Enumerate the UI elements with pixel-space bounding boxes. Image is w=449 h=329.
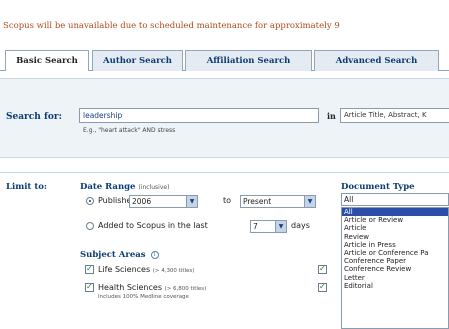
limit-to-label: Limit to: bbox=[6, 182, 48, 192]
chevron-down-icon[interactable]: ▼ bbox=[186, 196, 197, 207]
life-sciences-count: (> 4,300 titles) bbox=[152, 268, 195, 274]
days-label: days bbox=[291, 221, 310, 230]
year-to-select[interactable]: Present ▼ bbox=[240, 195, 316, 208]
doc-option[interactable]: Article or Review bbox=[342, 216, 448, 224]
tab-advanced-search[interactable]: Advanced Search bbox=[314, 50, 439, 71]
chevron-down-icon[interactable]: ▼ bbox=[275, 221, 286, 232]
medline-note: Includes 100% Medline coverage bbox=[98, 294, 189, 300]
chevron-down-icon[interactable]: ▼ bbox=[304, 196, 315, 207]
health-sciences-count: (> 6,800 titles) bbox=[164, 286, 207, 292]
added-to-scopus-radio[interactable] bbox=[86, 222, 94, 230]
days-select[interactable]: 7 ▼ bbox=[250, 220, 287, 233]
life-sciences-name: Life Sciences bbox=[98, 265, 151, 274]
health-sciences-checkbox[interactable] bbox=[85, 282, 94, 292]
in-label: in bbox=[327, 111, 336, 121]
doc-option[interactable]: Article bbox=[342, 224, 448, 232]
days-value: 7 bbox=[253, 222, 258, 231]
search-input[interactable]: leadership bbox=[79, 108, 319, 123]
doc-option[interactable]: Article in Press bbox=[342, 241, 448, 249]
document-type-select[interactable]: All bbox=[341, 193, 449, 206]
search-field-select[interactable]: Article Title, Abstract, K bbox=[340, 108, 449, 123]
doc-option[interactable]: Editorial bbox=[342, 282, 448, 290]
info-icon[interactable]: i bbox=[150, 251, 159, 259]
document-type-label: Document Type bbox=[341, 182, 415, 192]
published-radio[interactable] bbox=[86, 197, 94, 205]
added-label: Added to Scopus in the last bbox=[98, 221, 208, 230]
date-range-label: Date Range (inclusive) bbox=[80, 182, 169, 192]
subject-checkbox-3[interactable] bbox=[318, 264, 327, 274]
inclusive-note: (inclusive) bbox=[138, 184, 170, 191]
year-from-value: 2006 bbox=[132, 197, 152, 206]
tab-affiliation-search[interactable]: Affiliation Search bbox=[185, 50, 312, 71]
doc-option[interactable]: Letter bbox=[342, 274, 448, 282]
maintenance-message: Scopus will be unavailable due to schedu… bbox=[3, 21, 340, 31]
subject-areas-label: Subject Areas i bbox=[80, 250, 159, 260]
doc-option[interactable]: Conference Review bbox=[342, 265, 448, 273]
document-type-list[interactable]: All Article or Review Article Review Art… bbox=[341, 207, 449, 329]
life-sciences-label: Life Sciences (> 4,300 titles) bbox=[98, 265, 194, 274]
life-sciences-checkbox[interactable] bbox=[85, 264, 94, 274]
doc-option[interactable]: All bbox=[342, 208, 448, 217]
date-range-title: Date Range bbox=[80, 182, 136, 192]
search-for-label: Search for: bbox=[6, 112, 62, 122]
tab-basic-search[interactable]: Basic Search bbox=[5, 50, 89, 72]
doc-option[interactable]: Review bbox=[342, 233, 448, 241]
tab-author-search[interactable]: Author Search bbox=[92, 50, 183, 71]
search-hint: E.g., "heart attack" AND stress bbox=[83, 127, 176, 134]
divider bbox=[0, 172, 449, 173]
subject-areas-title: Subject Areas bbox=[80, 250, 146, 260]
doc-option[interactable]: Conference Paper bbox=[342, 257, 448, 265]
health-sciences-name: Health Sciences bbox=[98, 283, 162, 292]
maintenance-banner: Scopus will be unavailable due to schedu… bbox=[0, 0, 449, 40]
health-sciences-label: Health Sciences (> 6,800 titles) bbox=[98, 283, 206, 292]
to-label: to bbox=[223, 196, 232, 205]
subject-checkbox-4[interactable] bbox=[318, 282, 327, 292]
doc-option[interactable]: Article or Conference Pa bbox=[342, 249, 448, 257]
search-tabs: Basic Search Author Search Affiliation S… bbox=[0, 50, 449, 72]
year-to-value: Present bbox=[243, 197, 272, 206]
year-from-select[interactable]: 2006 ▼ bbox=[129, 195, 198, 208]
